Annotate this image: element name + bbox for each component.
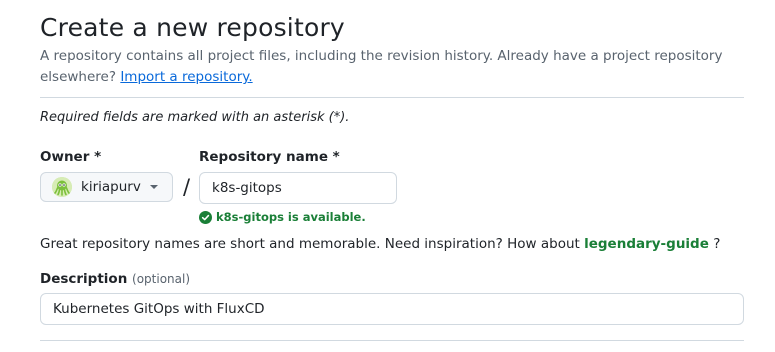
chevron-down-icon xyxy=(149,185,158,189)
description-input[interactable] xyxy=(40,293,744,325)
name-inspiration: Great repository names are short and mem… xyxy=(40,234,744,254)
octopus-avatar-icon xyxy=(52,177,72,197)
inspiration-text: Great repository names are short and mem… xyxy=(40,236,580,252)
page-subtitle: A repository contains all project files,… xyxy=(40,46,730,88)
description-label-text: Description xyxy=(40,271,128,287)
required-fields-note: Required fields are marked with an aster… xyxy=(40,110,350,125)
repository-name-input[interactable] xyxy=(199,172,397,204)
suggested-name-link[interactable]: legendary-guide xyxy=(584,236,709,252)
owner-repo-row: Owner * kiriapurv / Repository name * k8… xyxy=(40,147,744,227)
import-repository-link[interactable]: Import a repository. xyxy=(120,69,252,85)
page-title: Create a new repository xyxy=(40,13,345,42)
header-divider xyxy=(40,97,744,98)
owner-field: Owner * kiriapurv xyxy=(40,147,173,202)
check-circle-icon xyxy=(199,210,212,224)
owner-repo-separator: / xyxy=(183,175,191,199)
owner-name: kiriapurv xyxy=(81,179,141,195)
repository-name-label: Repository name * xyxy=(199,149,340,165)
section-divider xyxy=(40,340,744,341)
owner-label: Owner * xyxy=(40,149,102,165)
new-repository-form: Create a new repository A repository con… xyxy=(40,0,744,341)
availability-text: k8s-gitops is available. xyxy=(216,210,366,224)
availability-message: k8s-gitops is available. xyxy=(199,209,397,225)
owner-dropdown[interactable]: kiriapurv xyxy=(40,172,173,202)
inspiration-suffix: ? xyxy=(713,236,721,252)
description-label: Description (optional) xyxy=(40,269,744,289)
repository-name-field: Repository name * k8s-gitops is availabl… xyxy=(199,147,397,225)
optional-hint: (optional) xyxy=(132,272,191,286)
